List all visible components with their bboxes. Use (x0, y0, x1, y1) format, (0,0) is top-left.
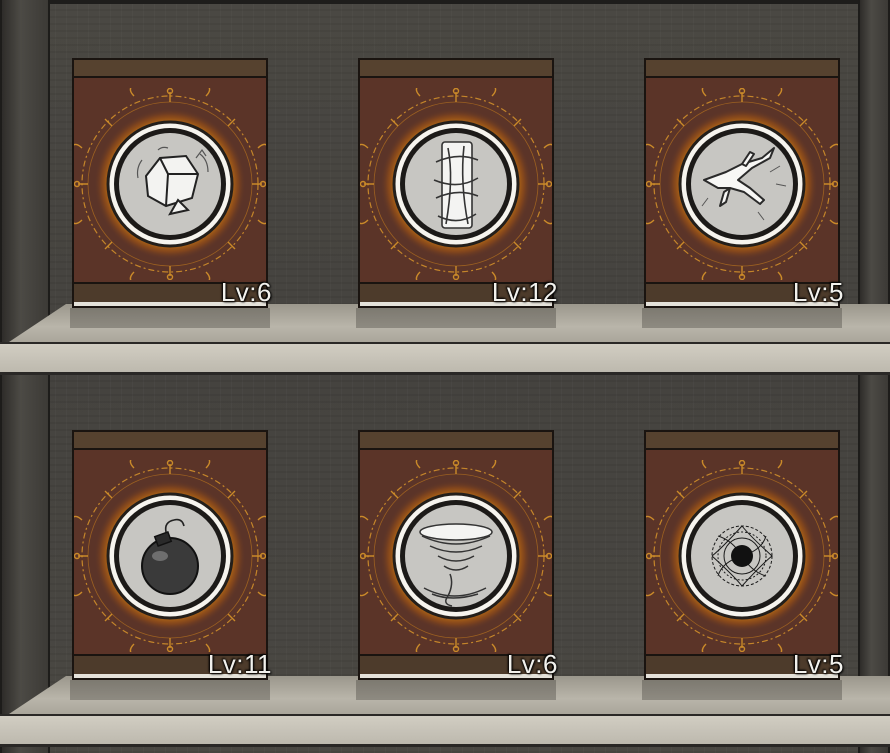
shelf-right-post (858, 0, 890, 753)
shelf-edge (0, 714, 890, 747)
level-label: Lv:6 (220, 277, 272, 307)
level-label: Lv:5 (792, 277, 844, 307)
level-label: Lv:11 (207, 649, 272, 679)
spell-book-black-hole[interactable]: Lv:5 (644, 430, 843, 682)
lightning-icon (646, 88, 838, 280)
level-label: Lv:12 (491, 277, 558, 307)
whirlwind-icon (360, 460, 552, 652)
shelf-top (0, 304, 890, 375)
level-label: Lv:5 (792, 649, 844, 679)
level-label: Lv:6 (506, 649, 558, 679)
spell-book-rock[interactable]: Lv:6 (72, 58, 271, 310)
rock-icon (74, 88, 266, 280)
spell-book-whirlwind[interactable]: Lv:6 (358, 430, 557, 682)
spell-book-bomb[interactable]: Lv:11 (72, 430, 271, 682)
spell-book-lightning[interactable]: Lv:5 (644, 58, 843, 310)
top-rail (0, 0, 890, 4)
bomb-icon (74, 460, 266, 652)
black-hole-icon (646, 460, 838, 652)
shelf-bottom (0, 676, 890, 747)
shelf-left-post (0, 0, 50, 753)
wind-column-icon (360, 88, 552, 280)
spell-book-wind-column[interactable]: Lv:12 (358, 58, 557, 310)
shelf-edge (0, 342, 890, 375)
